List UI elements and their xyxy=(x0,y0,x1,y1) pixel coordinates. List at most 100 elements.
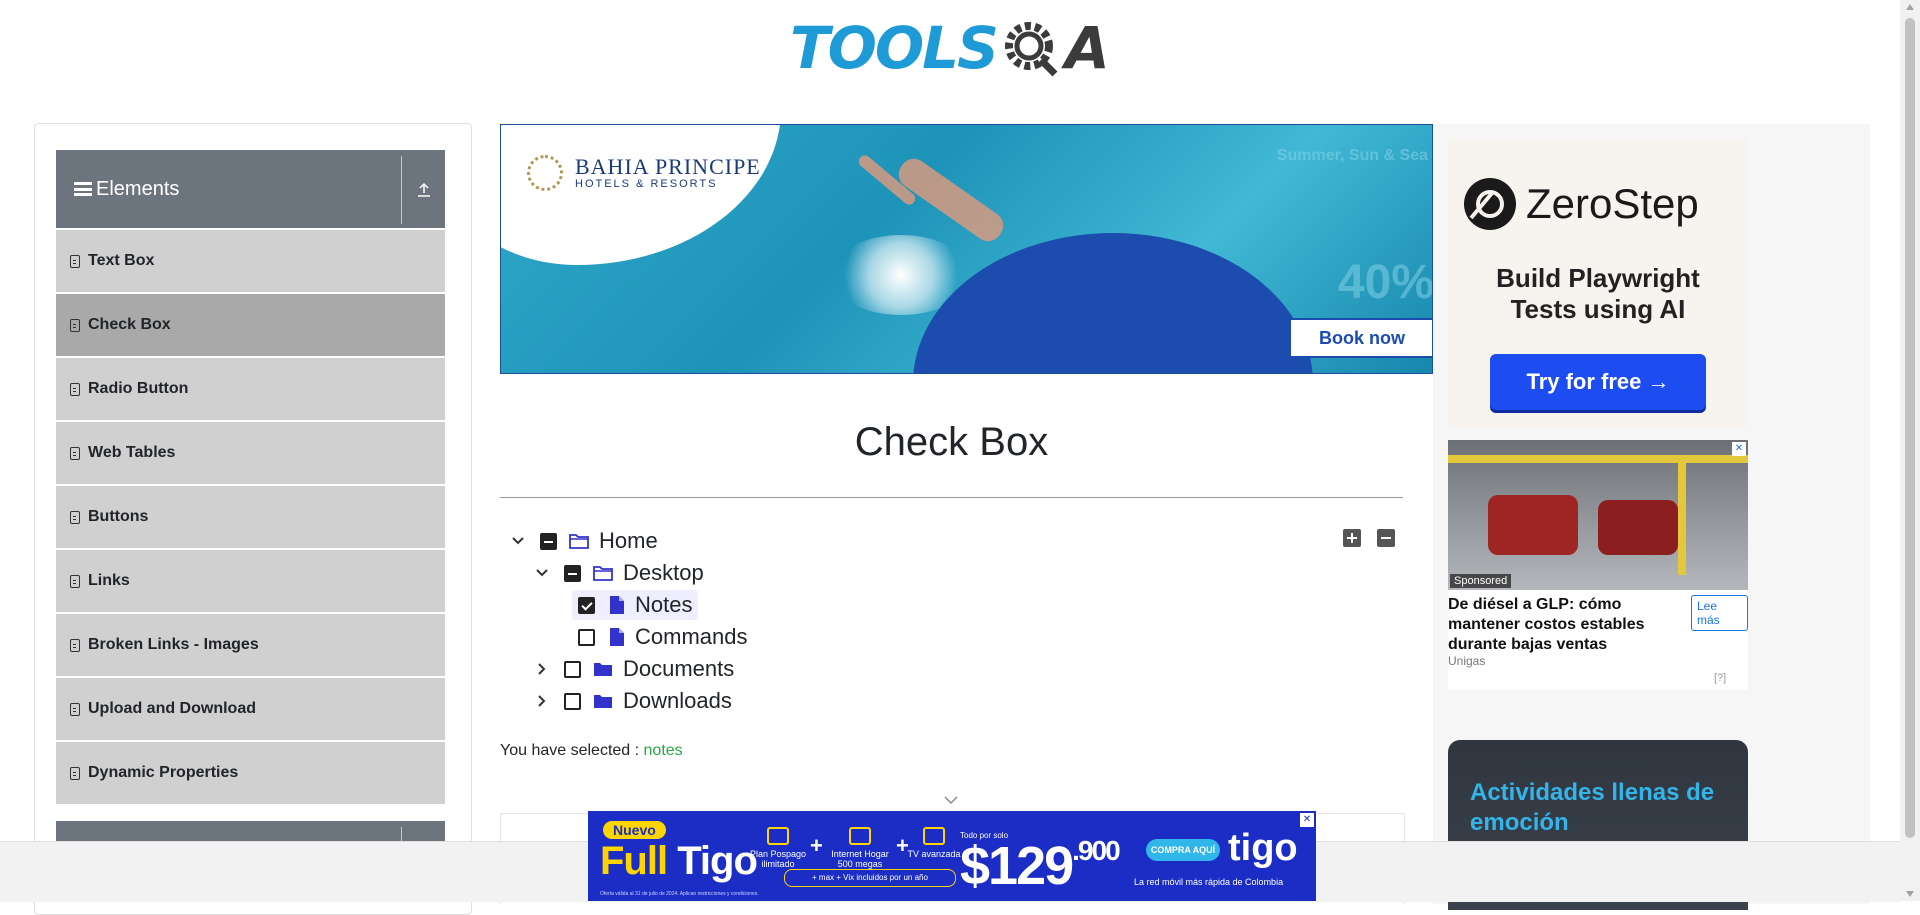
ad-price: $129.900 xyxy=(960,835,1121,897)
ad-brand: Full Tigo xyxy=(600,839,758,884)
sidebar-item-broken-links[interactable]: Broken Links - Images xyxy=(56,614,445,678)
plus-icon: + xyxy=(810,833,823,858)
group-header-elements[interactable]: Elements xyxy=(56,150,445,228)
unigas-ad[interactable]: Sponsored ✕ De diésel a GLP: cómo manten… xyxy=(1448,440,1748,690)
file-icon xyxy=(610,628,624,646)
ad-feature-plan: Plan Pospago ilimitado xyxy=(748,827,808,869)
toolsqa-logo[interactable]: TOOLS A xyxy=(790,14,1110,82)
folder-open-icon xyxy=(569,534,589,549)
wifi-icon xyxy=(849,827,871,845)
chevron-right-icon[interactable] xyxy=(534,661,550,677)
checkbox-documents[interactable] xyxy=(564,660,581,678)
try-for-free-button[interactable]: Try for free → xyxy=(1490,354,1706,410)
sidebar-item-radio-button[interactable]: Radio Button xyxy=(56,358,445,422)
ad-price-main: $129 xyxy=(960,836,1074,896)
ad-feature-internet: Internet Hogar 500 megas xyxy=(830,827,890,869)
collapse-all-button[interactable] xyxy=(1377,529,1395,547)
item-icon xyxy=(70,574,80,588)
item-icon xyxy=(70,382,80,396)
zerostep-headline-line-1: Build Playwright xyxy=(1496,263,1700,293)
collapse-up-icon[interactable] xyxy=(416,180,432,198)
ad-percent: 40% xyxy=(1337,256,1433,309)
book-now-button[interactable]: Book now xyxy=(1289,318,1432,358)
checkbox-downloads[interactable] xyxy=(564,692,581,710)
item-icon xyxy=(70,318,80,332)
sidebar-item-label: Upload and Download xyxy=(88,700,256,717)
tree-node-commands: Commands xyxy=(572,622,747,652)
chevron-down-icon[interactable] xyxy=(510,533,526,549)
sidebar-item-label: Buttons xyxy=(88,508,149,525)
checkbox-home[interactable] xyxy=(540,532,557,550)
ad-info-link[interactable]: [?] xyxy=(1714,672,1726,684)
lee-mas-button[interactable]: Lee más xyxy=(1691,595,1748,631)
tree-label-documents[interactable]: Documents xyxy=(623,656,734,682)
selection-result: You have selected : notes xyxy=(500,742,683,760)
checkbox-desktop[interactable] xyxy=(564,564,581,582)
sidebar-item-text-box[interactable]: Text Box xyxy=(56,230,445,294)
ad-advertiser: Unigas xyxy=(1448,654,1486,668)
tree-node-home: Home xyxy=(510,526,658,556)
pipe-shape xyxy=(1448,455,1748,463)
ad-close-icon[interactable]: ✕ xyxy=(1732,442,1746,456)
ad-new-badge: Nuevo xyxy=(603,821,666,839)
tank-shape xyxy=(1488,495,1578,555)
tree-node-desktop: Desktop xyxy=(534,558,704,588)
file-icon xyxy=(610,596,624,614)
zerostep-logo: ZeroStep xyxy=(1464,178,1699,230)
tree-label-notes[interactable]: Notes xyxy=(635,592,692,618)
ad-close-icon[interactable]: ✕ xyxy=(1300,813,1314,827)
sidebar-item-links[interactable]: Links xyxy=(56,550,445,614)
tigo-ad[interactable]: Nuevo Full Tigo Plan Pospago ilimitado +… xyxy=(588,811,1316,901)
phone-icon xyxy=(767,827,789,845)
zerostep-logo-icon xyxy=(1464,178,1516,230)
checkbox-notes[interactable] xyxy=(578,596,595,614)
vertical-scrollbar[interactable] xyxy=(1900,0,1920,901)
ad-feature-text: Internet Hogar 500 megas xyxy=(831,849,889,869)
checkbox-commands[interactable] xyxy=(578,628,595,646)
ad-brand-tigo: Tigo xyxy=(677,839,758,883)
sidebar-item-dynamic-properties[interactable]: Dynamic Properties xyxy=(56,742,445,806)
site-header: TOOLS A xyxy=(0,0,1900,100)
sidebar-item-label: Check Box xyxy=(88,316,171,333)
sidebar-item-label: Broken Links - Images xyxy=(88,636,259,653)
header-divider xyxy=(401,156,402,224)
banner-ad-bahia-principe[interactable]: BAHIA PRINCIPE HOTELS & RESORTS Summer, … xyxy=(500,124,1433,374)
logo-text-tools: TOOLS xyxy=(790,14,999,82)
tigo-logo: tigo xyxy=(1228,827,1298,869)
tree-label-downloads[interactable]: Downloads xyxy=(623,688,732,714)
zerostep-brand: ZeroStep xyxy=(1526,180,1699,227)
chevron-down-icon xyxy=(944,796,958,805)
zerostep-ad[interactable]: ZeroStep Build Playwright Tests using AI… xyxy=(1448,138,1748,428)
sidebar-item-label: Radio Button xyxy=(88,380,189,397)
chevron-right-icon[interactable] xyxy=(534,693,550,709)
zerostep-headline-line-2: Tests using AI xyxy=(1510,294,1686,324)
sidebar-item-check-box[interactable]: Check Box xyxy=(56,294,445,358)
ad-feature-tv: TV avanzada xyxy=(904,827,964,859)
tree-label-desktop[interactable]: Desktop xyxy=(623,560,704,586)
tree-label-home[interactable]: Home xyxy=(599,528,658,554)
activities-ad-title-line-1: Actividades llenas de xyxy=(1470,779,1715,806)
item-icon xyxy=(70,446,80,460)
scrollbar-thumb[interactable] xyxy=(1905,18,1915,838)
compra-aqui-button[interactable]: COMPRA AQUÍ xyxy=(1146,839,1220,861)
result-label: You have selected : xyxy=(500,742,640,759)
item-icon xyxy=(70,702,80,716)
tank-shape xyxy=(1598,500,1678,555)
ad-title[interactable]: De diésel a GLP: cómo mantener costos es… xyxy=(1448,595,1678,655)
sidebar-item-label: Dynamic Properties xyxy=(88,764,239,781)
tree-node-downloads: Downloads xyxy=(534,686,732,716)
sidebar-item-buttons[interactable]: Buttons xyxy=(56,486,445,550)
result-value: notes xyxy=(643,742,683,759)
zerostep-headline: Build Playwright Tests using AI xyxy=(1448,263,1748,325)
scroll-down-icon[interactable] xyxy=(1906,891,1914,897)
sidebar-item-web-tables[interactable]: Web Tables xyxy=(56,422,445,486)
chevron-down-icon[interactable] xyxy=(534,565,550,581)
sidebar-item-upload-download[interactable]: Upload and Download xyxy=(56,678,445,742)
tree-label-commands[interactable]: Commands xyxy=(635,624,747,650)
scroll-up-icon[interactable] xyxy=(1906,4,1914,10)
tv-icon xyxy=(923,827,945,845)
sidebar-item-label: Text Box xyxy=(88,252,155,269)
expand-all-button[interactable] xyxy=(1343,529,1361,547)
ad-fine-print: Oferta válida al 31 de julio de 2024. Ap… xyxy=(600,891,759,897)
ad-faint-text: Summer, Sun & Sea xyxy=(1276,147,1428,164)
